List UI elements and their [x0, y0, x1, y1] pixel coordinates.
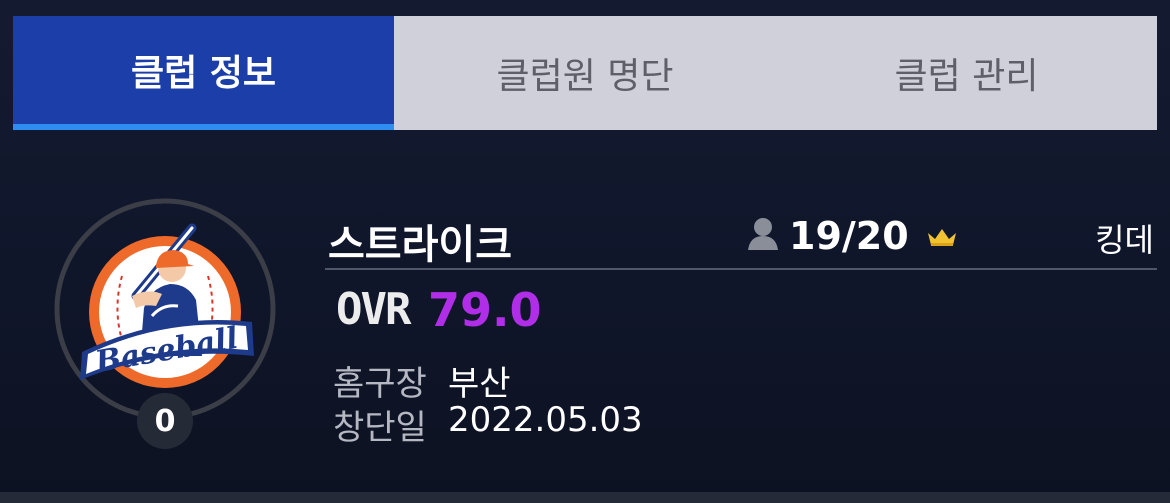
- member-count: 19/20: [789, 214, 909, 258]
- home-stadium-value: 부산: [448, 364, 511, 404]
- person-icon: [746, 216, 780, 256]
- divider: [325, 268, 1157, 270]
- home-stadium-label: 홈구장: [333, 364, 427, 404]
- tab-club-info[interactable]: 클럽 정보: [13, 16, 394, 130]
- club-level-badge: 0: [137, 393, 193, 449]
- club-leader-name: 킹데: [1095, 221, 1154, 259]
- bottom-strip: [0, 492, 1170, 503]
- tab-club-manage[interactable]: 클럽 관리: [776, 16, 1157, 130]
- founded-date-value: 2022.05.03: [448, 400, 643, 440]
- tab-club-members[interactable]: 클럽원 명단: [394, 16, 776, 130]
- ovr-label: OVR: [336, 284, 411, 335]
- crown-icon: [926, 227, 958, 251]
- club-name: 스트라이크: [328, 222, 512, 268]
- club-tab-bar: 클럽 정보 클럽원 명단 클럽 관리: [13, 16, 1157, 130]
- founded-date-label: 창단일: [333, 408, 427, 448]
- club-emblem[interactable]: Baseball: [52, 196, 278, 422]
- ovr-value: 79.0: [428, 283, 542, 337]
